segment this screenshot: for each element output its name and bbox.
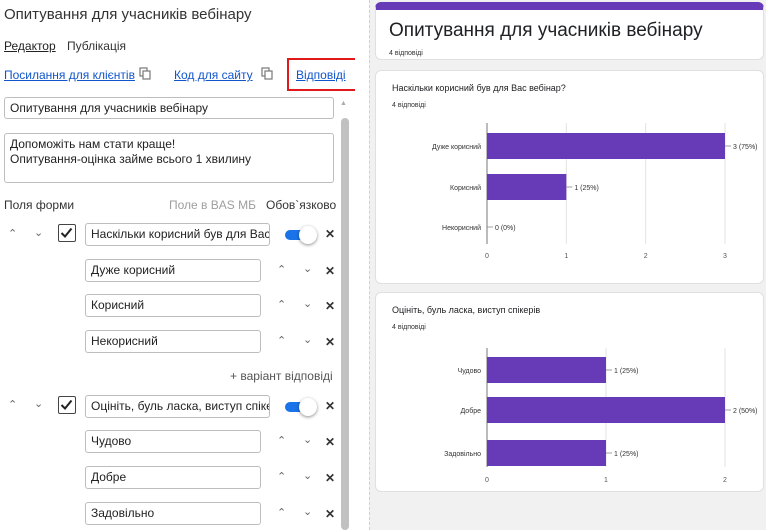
bar: [487, 397, 725, 423]
fields-label: Поля форми: [4, 198, 75, 212]
category-label: Задовільно: [444, 450, 481, 458]
copy-icon[interactable]: [261, 67, 274, 80]
chevron-up-icon[interactable]: ⌃: [8, 398, 17, 411]
data-label: 1 (25%): [574, 185, 599, 192]
responses-preview: Опитування для учасників вебінару 4 відп…: [369, 0, 766, 530]
chevron-up-icon[interactable]: ⌃: [277, 334, 286, 347]
x-tick-label: 1: [564, 253, 568, 260]
response-count: 4 відповіді: [389, 50, 423, 57]
close-icon[interactable]: ✕: [325, 227, 335, 241]
close-icon[interactable]: ✕: [325, 399, 335, 413]
site-code-link[interactable]: Код для сайту: [174, 68, 253, 82]
toggle-knob: [299, 226, 317, 244]
option-input[interactable]: Добре: [85, 466, 261, 489]
add-variant-button[interactable]: + варіант відповіді: [230, 369, 333, 383]
chevron-up-icon[interactable]: ⌃: [8, 227, 17, 240]
question-card: Наскільки корисний був для Вас вебінар? …: [375, 70, 764, 284]
toggle-knob: [299, 398, 317, 416]
question-input[interactable]: Оцініть, буль ласка, виступ спіке: [85, 395, 270, 418]
description-line: Опитування-оцінка займе всього 1 хвилину: [10, 152, 252, 166]
bar: [487, 440, 606, 466]
editor-title: Опитування для учасників вебінару: [4, 6, 252, 23]
editor-panel: Опитування для учасників вебінару Редакт…: [0, 0, 355, 530]
scrollbar[interactable]: [341, 118, 349, 530]
checkbox-checked-icon[interactable]: [58, 224, 76, 242]
close-icon[interactable]: ✕: [325, 335, 335, 349]
form-title-input[interactable]: Опитування для учасників вебінару: [4, 97, 334, 119]
chevron-up-icon[interactable]: ⌃: [277, 470, 286, 483]
chevron-down-icon[interactable]: ⌄: [303, 333, 312, 346]
description-line: Допоможіть нам стати краще!: [10, 137, 176, 151]
data-label: 1 (25%): [614, 368, 639, 375]
category-label: Корисний: [450, 184, 481, 192]
chevron-up-icon[interactable]: ⌃: [277, 506, 286, 519]
bar: [487, 174, 567, 200]
tab-editor[interactable]: Редактор: [4, 39, 56, 53]
data-label: 3 (75%): [733, 144, 758, 151]
chevron-down-icon[interactable]: ⌄: [303, 505, 312, 518]
x-tick-label: 2: [644, 253, 648, 260]
chevron-up-icon[interactable]: ⌃: [277, 263, 286, 276]
bar-chart: 0 1 2 3 Дуже корисний 3 (75%) Корисний 1 (25%) Н…: [432, 123, 758, 260]
close-icon[interactable]: ✕: [325, 435, 335, 449]
chevron-up-icon[interactable]: ⌃: [277, 298, 286, 311]
bar: [487, 357, 606, 383]
checkbox-checked-icon[interactable]: [58, 396, 76, 414]
data-label: 0 (0%): [495, 225, 516, 232]
chevron-down-icon[interactable]: ⌄: [303, 262, 312, 275]
category-label: Добре: [460, 407, 481, 415]
required-toggle[interactable]: [285, 226, 317, 244]
option-input[interactable]: Дуже корисний: [85, 259, 261, 282]
data-label: 1 (25%): [614, 451, 639, 458]
close-icon[interactable]: ✕: [325, 471, 335, 485]
bas-field-label: Поле в BAS МБ: [169, 198, 256, 212]
x-tick-label: 2: [723, 477, 727, 484]
option-input[interactable]: Корисний: [85, 294, 261, 317]
chevron-down-icon[interactable]: ⌄: [34, 397, 43, 410]
data-label: 2 (50%): [733, 408, 758, 415]
bar-chart: 0 1 2 Чудово 1 (25%) Добре 2 (50%) Задовільно 1 …: [444, 348, 758, 484]
x-tick-label: 1: [604, 477, 608, 484]
close-icon[interactable]: ✕: [325, 507, 335, 521]
x-tick-label: 0: [485, 253, 489, 260]
chevron-down-icon[interactable]: ⌄: [303, 469, 312, 482]
category-label: Чудово: [458, 368, 482, 375]
question-input[interactable]: Наскільки корисний був для Вас: [85, 223, 270, 246]
option-input[interactable]: Чудово: [85, 430, 261, 453]
editor-tabs: Редактор Публікація: [4, 39, 134, 53]
clients-link[interactable]: Посилання для клієнтів: [4, 68, 135, 82]
preview-title: Опитування для учасників вебінару: [389, 20, 703, 41]
tab-publication[interactable]: Публікація: [67, 39, 126, 53]
close-icon[interactable]: ✕: [325, 299, 335, 313]
x-tick-label: 3: [723, 253, 727, 260]
option-input[interactable]: Задовільно: [85, 502, 261, 525]
category-label: Некорисний: [442, 224, 481, 232]
question-card: Оцініть, буль ласка, виступ спікерів 4 в…: [375, 292, 764, 492]
category-label: Дуже корисний: [432, 143, 481, 151]
required-toggle[interactable]: [285, 398, 317, 416]
x-tick-label: 0: [485, 477, 489, 484]
close-icon[interactable]: ✕: [325, 264, 335, 278]
bar: [487, 133, 725, 159]
required-label: Обов`язково: [266, 198, 337, 212]
form-description-input[interactable]: Допоможіть нам стати краще! Опитування-о…: [4, 133, 334, 183]
chevron-down-icon[interactable]: ⌄: [303, 297, 312, 310]
scroll-up-arrow-icon[interactable]: ▲: [340, 100, 347, 107]
chevron-down-icon[interactable]: ⌄: [303, 433, 312, 446]
chevron-up-icon[interactable]: ⌃: [277, 434, 286, 447]
responses-link[interactable]: Відповіді: [296, 68, 346, 82]
option-input[interactable]: Некорисний: [85, 330, 261, 353]
copy-icon[interactable]: [139, 67, 152, 80]
preview-header-card: Опитування для учасників вебінару 4 відп…: [375, 2, 764, 60]
chevron-down-icon[interactable]: ⌄: [34, 226, 43, 239]
